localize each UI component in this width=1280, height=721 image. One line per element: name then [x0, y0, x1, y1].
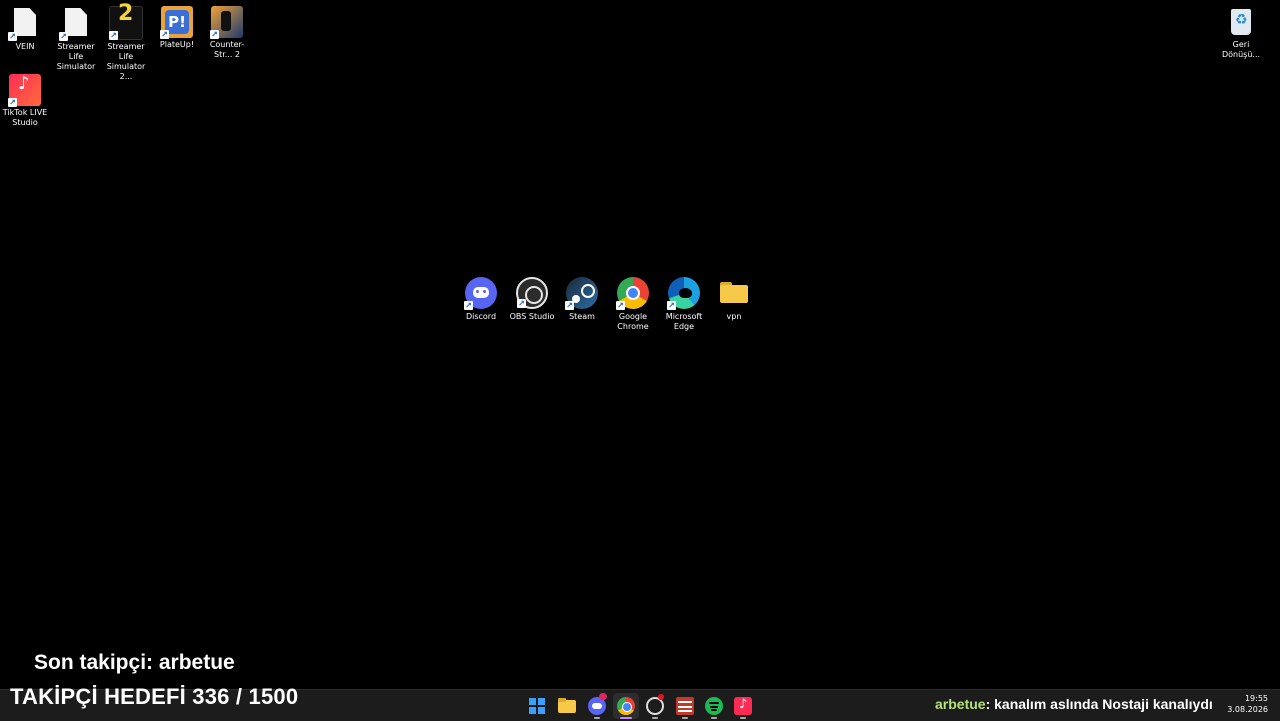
- steam-icon: ↗: [565, 277, 598, 310]
- recording-indicator: [658, 694, 664, 700]
- center-icon-discord[interactable]: ↗ Discord: [456, 277, 506, 322]
- desktop-icon-label: Counter-Str... 2: [209, 40, 245, 59]
- chat-text: : kanalım aslında Nostaji kanalıydı: [985, 696, 1213, 712]
- game-icon: P! ↗: [160, 6, 193, 39]
- center-icon-microsoft-edge[interactable]: ↗ Microsoft Edge: [659, 277, 709, 332]
- center-icon-google-chrome[interactable]: ↗ Google Chrome: [608, 277, 658, 332]
- game-icon: 2 ↗: [109, 3, 143, 40]
- chat-message-overlay: arbetue: kanalım aslında Nostaji kanalıy…: [935, 696, 1213, 712]
- discord-icon: ↗: [464, 277, 497, 310]
- center-icon-obs-studio[interactable]: ↗ OBS Studio: [507, 277, 557, 322]
- center-icon-steam[interactable]: ↗ Steam: [557, 277, 607, 322]
- running-indicator: [740, 717, 746, 719]
- game-icon: ↗: [210, 6, 243, 39]
- running-indicator: [682, 717, 688, 719]
- center-icon-label: Steam: [569, 312, 595, 321]
- follower-goal-overlay: TAKİPÇİ HEDEFİ 336 / 1500: [10, 684, 299, 709]
- desktop-icon-plateup[interactable]: P! ↗ PlateUp!: [151, 6, 203, 50]
- system-clock[interactable]: 19:55 3.08.2026: [1227, 693, 1268, 715]
- desktop-icon-label: Geri Dönüşü...: [1221, 40, 1261, 59]
- running-indicator: [594, 717, 600, 719]
- desktop-icon-streamer-life-simulator[interactable]: ↗ Streamer Life Simulator: [50, 6, 102, 72]
- running-indicator: [711, 717, 717, 719]
- desktop-icon-recycle-bin[interactable]: ♻ Geri Dönüşü...: [1215, 6, 1267, 60]
- desktop-icon-tiktok-live-studio[interactable]: ♪ ↗ TikTok LIVE Studio: [0, 74, 50, 128]
- edge-icon: ↗: [667, 277, 700, 310]
- chat-username: arbetue: [935, 696, 986, 712]
- tiktok-studio-icon[interactable]: ♪: [734, 697, 752, 715]
- file-icon: ↗: [8, 8, 41, 41]
- running-indicator: [652, 717, 658, 719]
- chrome-icon: ↗: [616, 277, 649, 310]
- desktop-icon-label: VEIN: [15, 42, 35, 51]
- folder-icon: [718, 277, 750, 309]
- clock-time: 19:55: [1244, 694, 1268, 703]
- desktop-icon-vein[interactable]: ↗ VEIN: [0, 6, 50, 52]
- obs-icon: ↗: [516, 277, 548, 309]
- last-follower-overlay: Son takipçi: arbetue: [34, 651, 235, 674]
- center-icon-label: OBS Studio: [509, 312, 555, 321]
- recycle-bin-icon: ♻: [1225, 6, 1257, 38]
- center-icon-label: Discord: [465, 312, 497, 321]
- desktop-icon-label: Streamer Life Simulator 2...: [106, 42, 146, 81]
- spotify-icon[interactable]: [705, 697, 723, 715]
- notification-badge: [599, 693, 607, 700]
- desktop-icon-label: Streamer Life Simulator: [56, 42, 96, 71]
- tiktok-icon: ♪ ↗: [8, 74, 41, 107]
- clock-date: 3.08.2026: [1227, 705, 1268, 714]
- center-icon-label: Microsoft Edge: [665, 312, 703, 331]
- center-icon-vpn-folder[interactable]: vpn: [709, 277, 759, 322]
- desktop-icon-label: PlateUp!: [159, 40, 195, 49]
- file-icon: ↗: [59, 8, 92, 41]
- obs-icon[interactable]: [646, 694, 664, 715]
- file-explorer-icon[interactable]: [558, 697, 576, 715]
- desktop-icon-label: TikTok LIVE Studio: [2, 108, 48, 127]
- start-icon[interactable]: [529, 698, 545, 714]
- running-indicator: [620, 717, 632, 719]
- chrome-icon[interactable]: [617, 697, 635, 715]
- discord-icon[interactable]: [588, 693, 607, 715]
- center-icon-label: Google Chrome: [617, 312, 649, 331]
- desktop-icon-counter-strike-2[interactable]: ↗ Counter-Str... 2: [201, 6, 253, 60]
- desktop-icon-streamer-life-simulator-2[interactable]: 2 ↗ Streamer Life Simulator 2...: [100, 3, 152, 82]
- center-icon-label: vpn: [726, 312, 742, 321]
- voicemeeter-icon[interactable]: [676, 697, 694, 715]
